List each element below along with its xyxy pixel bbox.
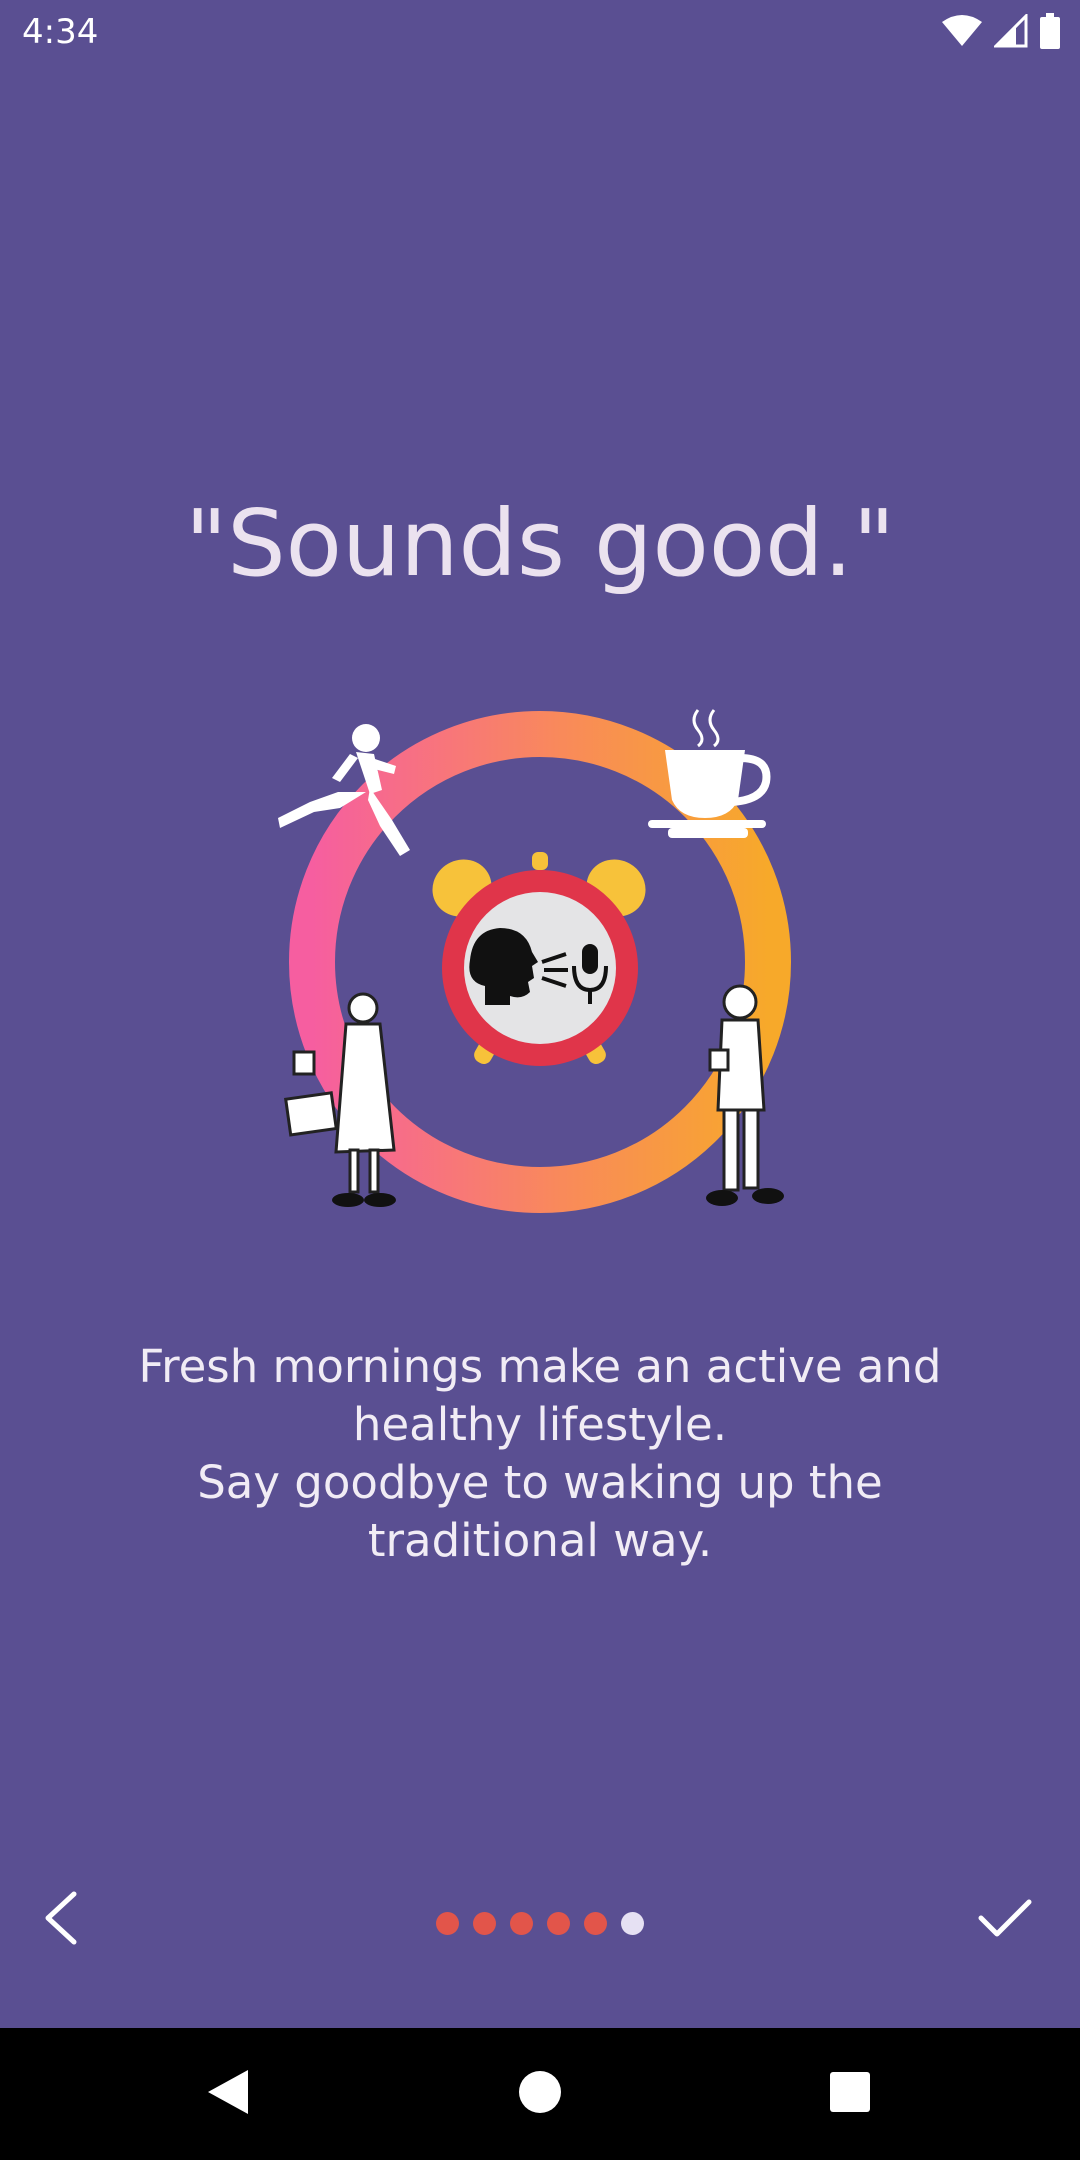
cell-signal-icon: [992, 11, 1028, 53]
recents-square-icon: [828, 2070, 872, 2119]
nav-home-button[interactable]: [504, 2058, 576, 2130]
page-dot-3[interactable]: [510, 1912, 533, 1935]
description-line: Fresh mornings make an active and: [138, 1340, 942, 1393]
page-dot-1[interactable]: [436, 1912, 459, 1935]
system-nav-bar: [0, 2028, 1080, 2160]
page-dot-2[interactable]: [473, 1912, 496, 1935]
onboarding-description: Fresh mornings make an active and health…: [80, 1338, 1000, 1570]
page-dot-5[interactable]: [584, 1912, 607, 1935]
page-dot-4[interactable]: [547, 1912, 570, 1935]
description-line: healthy lifestyle.: [352, 1398, 728, 1451]
nav-back-button[interactable]: [192, 2058, 264, 2130]
checkmark-icon: [977, 1896, 1033, 1945]
done-button[interactable]: [970, 1890, 1040, 1950]
status-bar: 4:34: [0, 0, 1080, 66]
back-triangle-icon: [206, 2068, 250, 2121]
wifi-icon: [942, 14, 982, 53]
description-line: traditional way.: [367, 1514, 713, 1567]
page-dot-6-active[interactable]: [621, 1912, 644, 1935]
alarm-clock-voice-illustration: [270, 700, 810, 1240]
page-indicator: [0, 1912, 1080, 1935]
status-icons: [942, 11, 1060, 54]
onboarding-title: "Sounds good.": [184, 490, 896, 597]
description-line: Say goodbye to waking up the: [197, 1456, 883, 1509]
status-time: 4:34: [22, 12, 99, 52]
nav-recents-button[interactable]: [814, 2058, 886, 2130]
battery-icon: [1040, 12, 1060, 54]
home-circle-icon: [518, 2070, 562, 2119]
